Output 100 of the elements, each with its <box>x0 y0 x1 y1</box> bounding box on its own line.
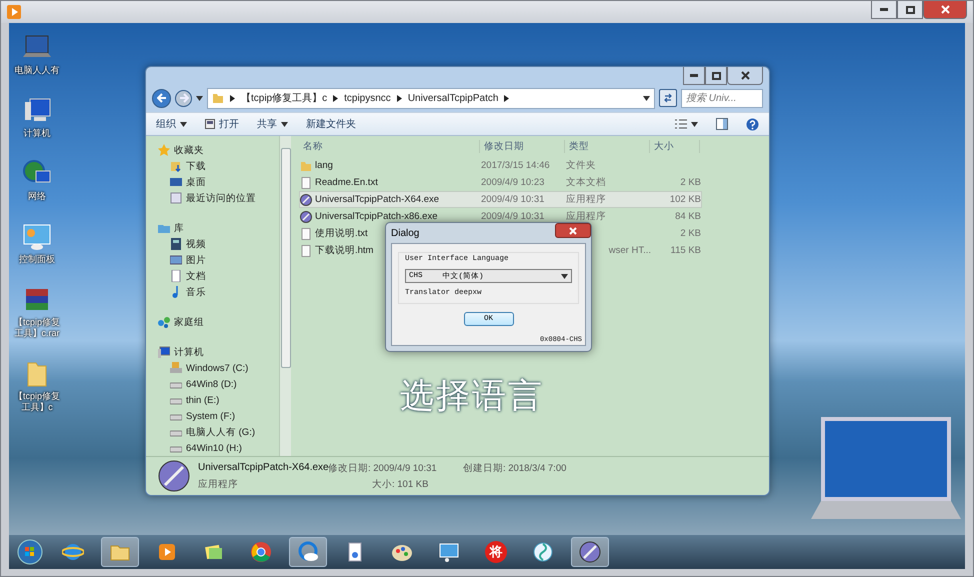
taskbar-button[interactable] <box>571 537 609 567</box>
sidebar-item[interactable]: 计算机 <box>146 344 279 360</box>
column-header[interactable]: 类型 <box>565 140 650 152</box>
column-header[interactable]: 修改日期 <box>480 140 565 152</box>
column-header[interactable]: 名称 <box>299 140 480 152</box>
folder-icon <box>300 160 312 172</box>
globe-wrench-icon <box>579 541 601 563</box>
caret-icon <box>180 122 187 126</box>
table-cell-text: 文件夹 <box>566 159 597 172</box>
sidebar-item[interactable]: thin (E:) <box>146 392 279 408</box>
view-options-button[interactable] <box>675 119 698 129</box>
table-cell-text: 应用程序 <box>566 193 607 206</box>
close-icon <box>940 5 950 14</box>
close-button[interactable] <box>555 223 591 238</box>
list-view-icon <box>675 119 687 129</box>
caret-icon <box>561 274 568 278</box>
scrollbar[interactable] <box>279 136 291 456</box>
file-name: UniversalTcpipPatch-X64.exe <box>315 194 440 205</box>
table-cell-text: 2009/4/9 10:31 <box>481 194 546 205</box>
search-field[interactable]: 搜索 Univ... <box>681 88 763 108</box>
chess-piece-icon: 将 <box>485 541 507 563</box>
close-button[interactable] <box>727 67 763 85</box>
history-caret-icon <box>196 96 203 100</box>
caret-icon <box>643 96 650 100</box>
table-cell-text: 2 KB <box>679 177 701 188</box>
sidebar-item[interactable]: 家庭组 <box>146 314 279 330</box>
document-icon <box>300 228 312 240</box>
toolbar-button[interactable]: 打开 <box>205 117 239 131</box>
toolbar-button[interactable]: 共享 <box>257 117 288 131</box>
sidebar-item[interactable]: 桌面 <box>146 174 279 190</box>
help-icon <box>746 118 759 130</box>
forward-button[interactable] <box>175 90 192 106</box>
file-name[interactable]: Readme.En.txt <box>315 177 378 188</box>
table-cell-text: 2009/4/9 10:31 <box>481 211 546 222</box>
breadcrumb-link[interactable]: tcpipysncc <box>344 92 391 104</box>
table-cell-text: 2009/4/9 10:23 <box>481 177 546 188</box>
breadcrumb-link[interactable]: 【tcpip修复工具】c <box>241 91 328 105</box>
sidebar-item[interactable]: 音乐 <box>146 284 279 300</box>
file-name: UniversalTcpipPatch-X64.exe <box>198 462 328 474</box>
monitor-icon <box>438 541 460 563</box>
sidebar-item[interactable]: 电脑人人有 (G:) <box>146 424 279 440</box>
chevron-icon <box>504 94 510 102</box>
play-icon <box>7 5 21 19</box>
sidebar-item[interactable]: System (F:) <box>146 408 279 424</box>
chevron-icon <box>396 94 402 102</box>
back-arrow-icon <box>156 93 166 103</box>
table-cell-text: 2017/3/15 14:46 <box>481 160 551 171</box>
table-cell-text: 115 KB <box>670 245 701 256</box>
sidebar-item[interactable]: 最近访问的位置 <box>146 190 279 206</box>
column-header[interactable]: 大小 <box>650 140 700 152</box>
file-name[interactable]: 使用说明.txt <box>315 227 368 240</box>
sidebar-item[interactable]: 图片 <box>146 252 279 268</box>
library-icon <box>158 222 170 234</box>
sidebar-item[interactable]: 64Win8 (D:) <box>146 376 279 392</box>
sidebar-item[interactable]: 库 <box>146 220 279 236</box>
minimize-icon <box>880 8 888 11</box>
star-icon <box>158 144 170 156</box>
taskbar-button[interactable] <box>15 537 45 567</box>
start-orb-icon <box>17 539 43 565</box>
address-bar[interactable]: 【tcpip修复工具】c tcpipysncc UniversalTcpipPatch <box>207 88 655 108</box>
maximize-button[interactable] <box>705 67 727 85</box>
recent-places-icon <box>170 192 182 204</box>
created-date: 创建日期: 2018/3/4 7:00 <box>463 462 568 474</box>
file-name[interactable]: lang <box>315 160 333 171</box>
back-button[interactable] <box>152 88 171 108</box>
desktop-shortcut[interactable]: 电脑人人有 <box>11 33 63 76</box>
close-icon <box>569 226 577 234</box>
breadcrumb-link[interactable]: UniversalTcpipPatch <box>408 92 498 104</box>
minimize-button[interactable] <box>683 67 705 85</box>
desktop-shortcut[interactable]: 计算机 <box>11 96 63 139</box>
file-type: 应用程序 <box>198 478 239 490</box>
taskbar-button[interactable]: 将 <box>477 537 515 567</box>
sidebar-item[interactable]: 下载 <box>146 158 279 174</box>
forward-arrow-icon <box>178 93 188 103</box>
desktop-icon <box>170 176 182 188</box>
globe-wrench-icon <box>158 460 190 492</box>
toolbar-button[interactable]: 组织 <box>156 117 187 131</box>
cloud-icon <box>297 541 319 563</box>
sidebar-item[interactable]: 收藏夹 <box>146 142 279 158</box>
sidebar-item[interactable]: 视频 <box>146 236 279 252</box>
file-name[interactable]: 下载说明.htm <box>315 244 374 257</box>
sidebar-item[interactable]: 文档 <box>146 268 279 284</box>
computer-icon <box>158 346 170 358</box>
help-button[interactable] <box>746 118 759 130</box>
document-icon <box>300 176 312 188</box>
chevron-icon <box>333 94 338 102</box>
close-button[interactable] <box>923 1 967 19</box>
file-row[interactable]: UniversalTcpipPatch-X64.exe 2009/4/9 10:31 应用程序 102 KB <box>299 191 702 208</box>
maximize-button[interactable] <box>897 1 923 19</box>
table-cell-text: 2 KB <box>679 228 701 239</box>
sidebar-item[interactable]: Windows7 (C:) <box>146 360 279 376</box>
file-name[interactable]: UniversalTcpipPatch-x86.exe <box>315 211 438 222</box>
desktop-shortcut[interactable]: 【tcpip修复工具】c <box>11 359 63 413</box>
document-icon <box>300 244 312 256</box>
sidebar-item[interactable]: 64Win10 (H:) <box>146 440 279 456</box>
table-cell-text: 应用程序 <box>566 210 607 223</box>
minimize-button[interactable] <box>871 1 897 19</box>
preview-pane-button[interactable] <box>716 118 728 130</box>
refresh-button[interactable] <box>659 89 677 107</box>
toolbar-button[interactable]: 新建文件夹 <box>306 117 356 131</box>
